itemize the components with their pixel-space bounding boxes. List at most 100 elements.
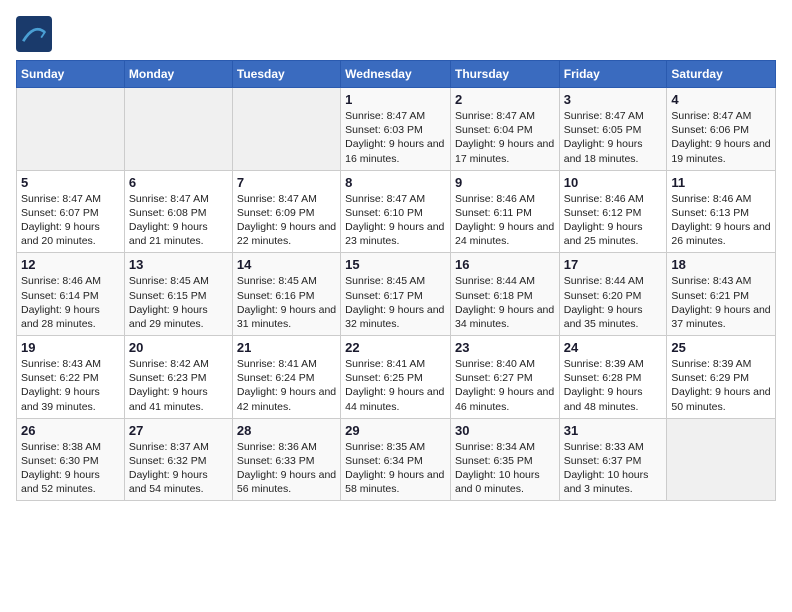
cell-content: Sunrise: 8:46 AM Sunset: 6:14 PM Dayligh… (21, 274, 120, 331)
calendar-cell: 3 Sunrise: 8:47 AM Sunset: 6:05 PM Daylig… (559, 88, 667, 171)
cell-content: Sunrise: 8:37 AM Sunset: 6:32 PM Dayligh… (129, 440, 228, 497)
day-number: 4 (671, 92, 771, 107)
weekday-header-saturday: Saturday (667, 61, 776, 88)
cell-content: Sunrise: 8:44 AM Sunset: 6:18 PM Dayligh… (455, 274, 555, 331)
day-number: 20 (129, 340, 228, 355)
day-number: 19 (21, 340, 120, 355)
calendar-cell: 18Sunrise: 8:43 AM Sunset: 6:21 PM Dayli… (667, 253, 776, 336)
calendar-cell: 25 Sunrise: 8:39 AM Sunset: 6:29 PM Dayli… (667, 336, 776, 419)
logo (16, 16, 56, 52)
calendar-cell: 1Sunrise: 8:47 AM Sunset: 6:03 PM Daylig… (341, 88, 451, 171)
day-number: 27 (129, 423, 228, 438)
day-number: 10 (564, 175, 663, 190)
cell-content: Sunrise: 8:41 AM Sunset: 6:25 PM Dayligh… (345, 357, 446, 414)
cell-content: Sunrise: 8:43 AM Sunset: 6:22 PM Dayligh… (21, 357, 120, 414)
cell-content: Sunrise: 8:45 AM Sunset: 6:17 PM Dayligh… (345, 274, 446, 331)
calendar-cell (17, 88, 125, 171)
day-number: 29 (345, 423, 446, 438)
cell-content: Sunrise: 8:46 AM Sunset: 6:13 PM Dayligh… (671, 192, 771, 249)
cell-content: Sunrise: 8:47 AM Sunset: 6:05 PM Dayligh… (564, 109, 663, 166)
calendar-cell: 23 Sunrise: 8:40 AM Sunset: 6:27 PM Dayli… (450, 336, 559, 419)
day-number: 30 (455, 423, 555, 438)
weekday-header-tuesday: Tuesday (232, 61, 340, 88)
day-number: 11 (671, 175, 771, 190)
calendar-cell: 12 Sunrise: 8:46 AM Sunset: 6:14 PM Dayli… (17, 253, 125, 336)
calendar-week-0: 1Sunrise: 8:47 AM Sunset: 6:03 PM Daylig… (17, 88, 776, 171)
cell-content: Sunrise: 8:36 AM Sunset: 6:33 PM Dayligh… (237, 440, 336, 497)
calendar-week-1: 5Sunrise: 8:47 AM Sunset: 6:07 PM Daylig… (17, 170, 776, 253)
day-number: 23 (455, 340, 555, 355)
calendar-cell: 31Sunrise: 8:33 AM Sunset: 6:37 PM Dayli… (559, 418, 667, 501)
day-number: 1 (345, 92, 446, 107)
calendar-week-4: 26Sunrise: 8:38 AM Sunset: 6:30 PM Dayli… (17, 418, 776, 501)
calendar-cell: 2Sunrise: 8:47 AM Sunset: 6:04 PM Daylig… (450, 88, 559, 171)
calendar-cell (667, 418, 776, 501)
calendar-cell: 6 Sunrise: 8:47 AM Sunset: 6:08 PM Daylig… (124, 170, 232, 253)
calendar-cell: 7 Sunrise: 8:47 AM Sunset: 6:09 PM Daylig… (232, 170, 340, 253)
weekday-header-sunday: Sunday (17, 61, 125, 88)
cell-content: Sunrise: 8:47 AM Sunset: 6:10 PM Dayligh… (345, 192, 446, 249)
calendar-cell: 16 Sunrise: 8:44 AM Sunset: 6:18 PM Dayli… (450, 253, 559, 336)
calendar-cell: 20 Sunrise: 8:42 AM Sunset: 6:23 PM Dayli… (124, 336, 232, 419)
calendar-header: SundayMondayTuesdayWednesdayThursdayFrid… (17, 61, 776, 88)
calendar-cell: 4 Sunrise: 8:47 AM Sunset: 6:06 PM Daylig… (667, 88, 776, 171)
day-number: 18 (671, 257, 771, 272)
calendar-week-3: 19 Sunrise: 8:43 AM Sunset: 6:22 PM Dayli… (17, 336, 776, 419)
weekday-header-wednesday: Wednesday (341, 61, 451, 88)
calendar-cell: 5Sunrise: 8:47 AM Sunset: 6:07 PM Daylig… (17, 170, 125, 253)
calendar-cell: 26Sunrise: 8:38 AM Sunset: 6:30 PM Dayli… (17, 418, 125, 501)
calendar-cell: 15Sunrise: 8:45 AM Sunset: 6:17 PM Dayli… (341, 253, 451, 336)
cell-content: Sunrise: 8:39 AM Sunset: 6:28 PM Dayligh… (564, 357, 663, 414)
calendar-cell: 10 Sunrise: 8:46 AM Sunset: 6:12 PM Dayli… (559, 170, 667, 253)
calendar-week-2: 12 Sunrise: 8:46 AM Sunset: 6:14 PM Dayli… (17, 253, 776, 336)
calendar-table: SundayMondayTuesdayWednesdayThursdayFrid… (16, 60, 776, 501)
calendar-cell: 14 Sunrise: 8:45 AM Sunset: 6:16 PM Dayli… (232, 253, 340, 336)
cell-content: Sunrise: 8:46 AM Sunset: 6:12 PM Dayligh… (564, 192, 663, 249)
day-number: 28 (237, 423, 336, 438)
cell-content: Sunrise: 8:47 AM Sunset: 6:04 PM Dayligh… (455, 109, 555, 166)
day-number: 6 (129, 175, 228, 190)
cell-content: Sunrise: 8:47 AM Sunset: 6:08 PM Dayligh… (129, 192, 228, 249)
cell-content: Sunrise: 8:34 AM Sunset: 6:35 PM Dayligh… (455, 440, 555, 497)
cell-content: Sunrise: 8:42 AM Sunset: 6:23 PM Dayligh… (129, 357, 228, 414)
day-number: 5 (21, 175, 120, 190)
day-number: 31 (564, 423, 663, 438)
calendar-cell: 24 Sunrise: 8:39 AM Sunset: 6:28 PM Dayli… (559, 336, 667, 419)
calendar-cell: 13Sunrise: 8:45 AM Sunset: 6:15 PM Dayli… (124, 253, 232, 336)
calendar-cell: 28 Sunrise: 8:36 AM Sunset: 6:33 PM Dayli… (232, 418, 340, 501)
day-number: 14 (237, 257, 336, 272)
day-number: 25 (671, 340, 771, 355)
day-number: 12 (21, 257, 120, 272)
day-number: 8 (345, 175, 446, 190)
header (16, 16, 776, 52)
calendar-cell: 27 Sunrise: 8:37 AM Sunset: 6:32 PM Dayli… (124, 418, 232, 501)
calendar-cell: 21Sunrise: 8:41 AM Sunset: 6:24 PM Dayli… (232, 336, 340, 419)
day-number: 24 (564, 340, 663, 355)
calendar-cell: 9 Sunrise: 8:46 AM Sunset: 6:11 PM Daylig… (450, 170, 559, 253)
calendar-cell: 22 Sunrise: 8:41 AM Sunset: 6:25 PM Dayli… (341, 336, 451, 419)
cell-content: Sunrise: 8:44 AM Sunset: 6:20 PM Dayligh… (564, 274, 663, 331)
day-number: 22 (345, 340, 446, 355)
calendar-cell (232, 88, 340, 171)
cell-content: Sunrise: 8:40 AM Sunset: 6:27 PM Dayligh… (455, 357, 555, 414)
cell-content: Sunrise: 8:45 AM Sunset: 6:16 PM Dayligh… (237, 274, 336, 331)
calendar-cell: 11 Sunrise: 8:46 AM Sunset: 6:13 PM Dayli… (667, 170, 776, 253)
cell-content: Sunrise: 8:35 AM Sunset: 6:34 PM Dayligh… (345, 440, 446, 497)
day-number: 16 (455, 257, 555, 272)
logo-icon (16, 16, 52, 52)
cell-content: Sunrise: 8:45 AM Sunset: 6:15 PM Dayligh… (129, 274, 228, 331)
weekday-header-thursday: Thursday (450, 61, 559, 88)
calendar-cell: 30 Sunrise: 8:34 AM Sunset: 6:35 PM Dayli… (450, 418, 559, 501)
calendar-cell: 19 Sunrise: 8:43 AM Sunset: 6:22 PM Dayli… (17, 336, 125, 419)
cell-content: Sunrise: 8:38 AM Sunset: 6:30 PM Dayligh… (21, 440, 120, 497)
day-number: 7 (237, 175, 336, 190)
weekday-header-friday: Friday (559, 61, 667, 88)
day-number: 3 (564, 92, 663, 107)
cell-content: Sunrise: 8:46 AM Sunset: 6:11 PM Dayligh… (455, 192, 555, 249)
cell-content: Sunrise: 8:47 AM Sunset: 6:09 PM Dayligh… (237, 192, 336, 249)
day-number: 9 (455, 175, 555, 190)
cell-content: Sunrise: 8:39 AM Sunset: 6:29 PM Dayligh… (671, 357, 771, 414)
cell-content: Sunrise: 8:47 AM Sunset: 6:06 PM Dayligh… (671, 109, 771, 166)
day-number: 17 (564, 257, 663, 272)
calendar-cell (124, 88, 232, 171)
